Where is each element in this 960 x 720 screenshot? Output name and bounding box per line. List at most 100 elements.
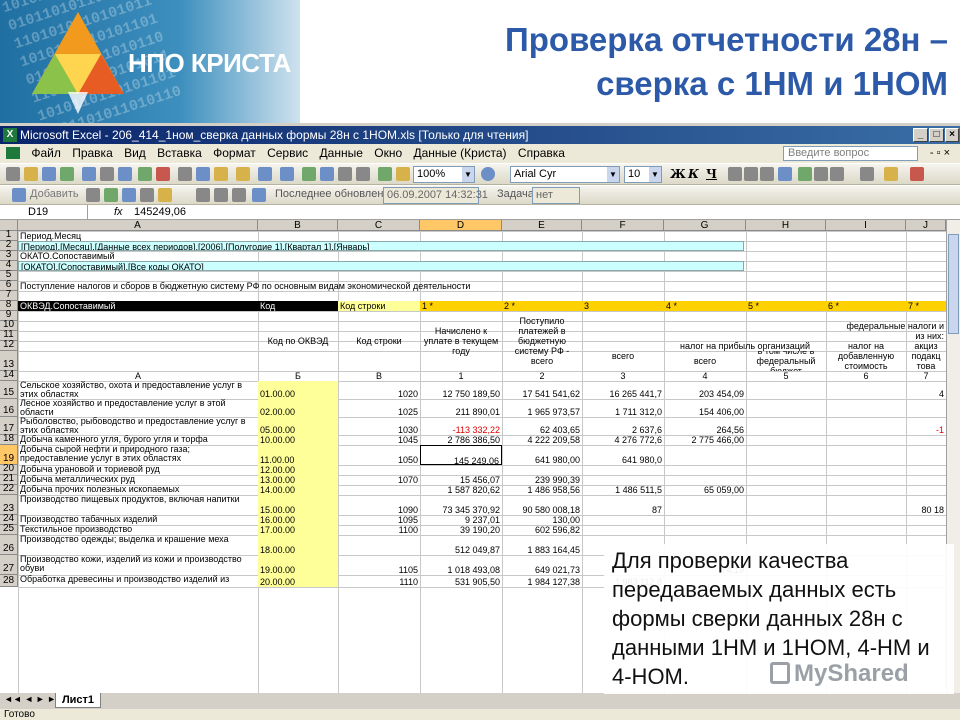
row-header-14[interactable]: 14 (0, 369, 18, 381)
data-row-e[interactable]: 1 984 127,38 (502, 575, 582, 587)
data-row-d[interactable]: 1 587 820,62 (420, 485, 502, 495)
data-row-d[interactable]: 15 456,07 (420, 475, 502, 485)
data-row-okved[interactable]: 20.00.00 (258, 575, 338, 587)
index-cell-b[interactable]: Б (258, 371, 338, 381)
data-row-j[interactable] (906, 475, 946, 485)
data-row-i[interactable] (826, 525, 906, 535)
data-row-name[interactable]: Лесное хозяйство и предоставление услуг … (18, 399, 258, 417)
data-row-name[interactable]: Добыча прочих полезных ископаемых (18, 485, 258, 495)
borders-icon[interactable] (860, 167, 874, 181)
cut-icon[interactable] (178, 167, 192, 181)
header-federal[interactable]: федеральные налоги и (582, 321, 946, 331)
align-center-icon[interactable] (744, 167, 758, 181)
name-box[interactable]: D19 (2, 205, 88, 219)
menu-insert[interactable]: Вставка (153, 144, 206, 163)
data-row-code[interactable]: 1090 (338, 495, 420, 515)
data-row-e[interactable]: 1 965 973,57 (502, 399, 582, 417)
row-header-22[interactable]: 22 (0, 483, 18, 495)
header-row-code[interactable]: Код строки (338, 311, 420, 371)
chart-wizard-icon[interactable] (378, 167, 392, 181)
data-row-f[interactable]: 4 276 772,6 (582, 435, 664, 445)
data-row-j[interactable] (906, 515, 946, 525)
data-row-j[interactable] (906, 485, 946, 495)
data-row-name[interactable]: Производство пищевых продуктов, включая … (18, 495, 258, 515)
data-row-code[interactable]: 1070 (338, 475, 420, 485)
add-icon[interactable] (12, 188, 26, 202)
data-row-i[interactable] (826, 465, 906, 475)
italic-button[interactable]: К (688, 167, 699, 181)
index-cell-a[interactable]: А (18, 371, 258, 381)
data-row-i[interactable] (826, 475, 906, 485)
data-row-e[interactable]: 4 222 209,58 (502, 435, 582, 445)
autosum-icon[interactable] (320, 167, 334, 181)
copy-icon[interactable] (196, 167, 210, 181)
data-row-j[interactable] (906, 445, 946, 465)
data-row-j[interactable] (906, 465, 946, 475)
header-received[interactable]: Поступило платежей в бюджетную систему Р… (502, 311, 582, 371)
data-row-d[interactable]: 211 890,01 (420, 399, 502, 417)
row-header-26[interactable]: 26 (0, 535, 18, 555)
row-header-27[interactable]: 27 (0, 555, 18, 575)
drawing-icon[interactable] (396, 167, 410, 181)
currency-icon[interactable] (798, 167, 812, 181)
menu-view[interactable]: Вид (120, 144, 150, 163)
menu-window[interactable]: Окно (370, 144, 406, 163)
hyperlink-icon[interactable] (302, 167, 316, 181)
cell-b8[interactable]: Код (258, 301, 338, 311)
data-row-e[interactable]: 90 580 008,18 (502, 495, 582, 515)
data-row-j[interactable] (906, 399, 946, 417)
data-row-okved[interactable]: 01.00.00 (258, 381, 338, 399)
data-row-okved[interactable]: 11.00.00 (258, 445, 338, 465)
data-row-name[interactable]: Добыча сырой нефти и природного газа; пр… (18, 445, 258, 465)
column-header-j[interactable]: J (906, 220, 946, 231)
data-row-i[interactable] (826, 495, 906, 515)
font-size-dropdown-icon[interactable]: ▼ (649, 167, 661, 182)
fx-icon[interactable]: fx (114, 205, 123, 219)
paste-icon[interactable] (214, 167, 228, 181)
sort-desc-icon[interactable] (356, 167, 370, 181)
data-row-g[interactable]: 65 059,00 (664, 485, 746, 495)
data-row-code[interactable] (338, 465, 420, 475)
menu-file[interactable]: Файл (27, 144, 65, 163)
spelling-icon[interactable] (138, 167, 152, 181)
bold-button[interactable]: Ж (670, 167, 686, 181)
data-row-code[interactable] (338, 485, 420, 495)
data-row-okved[interactable]: 16.00.00 (258, 515, 338, 525)
zoom-select[interactable]: 100% ▼ (413, 166, 475, 183)
data-row-okved[interactable]: 14.00.00 (258, 485, 338, 495)
data-row-h[interactable] (746, 485, 826, 495)
data-row-okved[interactable]: 13.00.00 (258, 475, 338, 485)
data-row-e[interactable]: 1 486 958,56 (502, 485, 582, 495)
maximize-button[interactable]: □ (929, 128, 944, 142)
data-row-okved[interactable]: 10.00.00 (258, 435, 338, 445)
data-row-i[interactable] (826, 435, 906, 445)
font-name-select[interactable]: Arial Cyr ▼ (510, 166, 620, 183)
data-row-g[interactable] (664, 495, 746, 515)
data-row-g[interactable] (664, 465, 746, 475)
close-button[interactable]: × (945, 128, 959, 142)
header-accrued[interactable]: Начислено к уплате в текущем году (420, 311, 502, 371)
menu-tools[interactable]: Сервис (263, 144, 312, 163)
cell-j8[interactable]: 7 * (906, 301, 946, 311)
data-row-d[interactable]: 39 190,20 (420, 525, 502, 535)
edit-icon[interactable] (122, 188, 136, 202)
data-row-e[interactable] (502, 465, 582, 475)
data-row-h[interactable] (746, 435, 826, 445)
data-row-j[interactable]: 80 18 (906, 495, 946, 515)
scrollbar-thumb[interactable] (948, 234, 959, 334)
data-row-code[interactable]: 1050 (338, 445, 420, 465)
header-excise[interactable]: акциз подакц това (906, 341, 946, 371)
menu-data-krista[interactable]: Данные (Криста) (409, 144, 510, 163)
column-header-f[interactable]: F (582, 220, 664, 231)
help-icon[interactable] (481, 167, 495, 181)
index-cell-g[interactable]: 4 (664, 371, 746, 381)
open-icon[interactable] (24, 167, 38, 181)
data-row-f[interactable] (582, 465, 664, 475)
data-row-h[interactable] (746, 495, 826, 515)
cell-a8[interactable]: ОКВЭД.Сопоставимый (18, 301, 258, 311)
data-row-okved[interactable]: 12.00.00 (258, 465, 338, 475)
index-cell-f[interactable]: 3 (582, 371, 664, 381)
column-header-h[interactable]: H (746, 220, 826, 231)
data-row-h[interactable] (746, 465, 826, 475)
fill-color-icon[interactable] (884, 167, 898, 181)
